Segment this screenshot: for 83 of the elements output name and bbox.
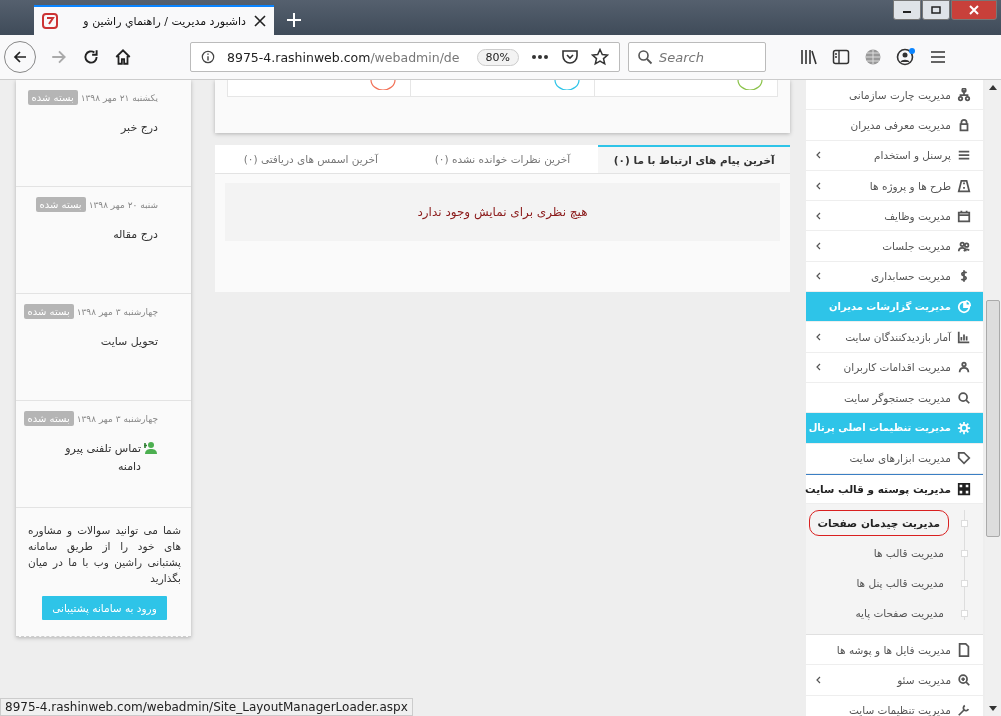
road-icon — [957, 178, 971, 193]
tree-node-icon — [961, 609, 968, 617]
account-icon[interactable] — [896, 47, 916, 67]
maximize-button[interactable] — [922, 0, 950, 20]
scroll-thumb[interactable] — [986, 300, 1000, 537]
task-title[interactable]: درج مقاله — [113, 226, 158, 244]
new-tab-icon[interactable] — [286, 12, 302, 28]
close-icon — [969, 5, 979, 15]
submenu-item[interactable]: مدیریت قالب پنل ها — [851, 574, 949, 593]
search-icon — [957, 390, 971, 405]
search-field[interactable]: Search — [628, 42, 766, 72]
grid-icon — [957, 482, 971, 496]
tree-node-icon — [961, 579, 968, 587]
zoom-badge[interactable]: 80% — [476, 48, 519, 66]
users-icon — [957, 239, 971, 254]
empty-message: هیچ نظری برای نمایش وجود ندارد — [417, 205, 588, 219]
menu-item[interactable]: طرح ها و پروژه ها — [806, 170, 983, 202]
user-icon — [957, 360, 971, 375]
pocket-icon[interactable] — [561, 49, 579, 65]
task-date: چهارشنبه ۳ مهر ۱۳۹۸ — [76, 306, 158, 317]
tab-title: داشبورد مدیریت / راهنماي راشين و — [81, 14, 246, 28]
menu-item[interactable]: مدیریت ابزارهای سایت — [806, 443, 983, 474]
calendar-icon — [957, 208, 971, 223]
reload-icon[interactable] — [82, 48, 100, 66]
sidebar-icon[interactable] — [832, 49, 850, 65]
globe-icon[interactable] — [864, 48, 882, 66]
submenu-item[interactable]: مدیریت چیدمان صفحات — [808, 510, 949, 537]
minimize-button[interactable] — [893, 0, 921, 20]
maximize-icon — [931, 6, 941, 14]
wrench-icon — [957, 703, 971, 716]
gear-icon — [957, 420, 971, 435]
scroll-down-icon[interactable] — [989, 706, 997, 712]
library-icon[interactable] — [800, 49, 818, 65]
search-icon — [637, 49, 653, 65]
task-title[interactable]: درج خبر — [121, 119, 158, 137]
tree-node-icon — [961, 519, 968, 527]
menu-item[interactable]: آمار بازدیدکنندگان سایت — [806, 322, 983, 353]
logo-icon — [42, 13, 58, 29]
task-title[interactable]: تحویل سایت — [100, 333, 158, 351]
task-date: چهارشنبه ۳ مهر ۱۳۹۸ — [76, 413, 158, 424]
close-button[interactable] — [951, 0, 997, 20]
pie-chart-icon — [957, 299, 971, 314]
task-title[interactable]: تماس تلفنی پیرو دامنه — [58, 440, 141, 476]
menu-item[interactable]: مدیریت سئو — [806, 665, 983, 696]
tree-node-icon — [961, 549, 968, 557]
menu-item[interactable]: مدیریت چارت سازمانی — [806, 80, 983, 111]
task-date: یکشنبه ۲۱ مهر ۱۳۹۸ — [80, 92, 158, 103]
menu-item[interactable]: مدیریت اقدامات کاربران — [806, 352, 983, 383]
menu-item[interactable]: پرسنل و استخدام — [806, 140, 983, 171]
panel-tab[interactable]: آخرین اسمس های دریافتی (۰) — [215, 145, 407, 173]
tag-icon — [957, 451, 971, 466]
star-icon[interactable] — [591, 48, 609, 66]
menu-item[interactable]: مدیریت معرفی مدیران — [806, 110, 983, 141]
menu-icon[interactable] — [930, 50, 946, 64]
status-badge: بسته شده — [35, 197, 86, 212]
status-badge: بسته شده — [27, 90, 78, 105]
status-badge: بسته شده — [23, 411, 74, 426]
zoom-in-icon — [957, 673, 971, 688]
url-text: 8975-4.rashinweb.com/webadmin/de — [227, 49, 461, 65]
bar-chart-icon — [957, 330, 971, 344]
home-icon[interactable] — [114, 48, 132, 66]
more-icon[interactable] — [531, 54, 549, 60]
menu-item[interactable]: مدیریت فایل ها و پوشه ها — [806, 635, 983, 666]
panel-tab[interactable]: آخرین نظرات خوانده نشده (۰) — [406, 145, 599, 173]
submenu-item[interactable]: مدیریت قالب ها — [868, 544, 949, 563]
close-icon[interactable] — [254, 15, 266, 27]
info-icon — [201, 50, 215, 64]
menu-item[interactable]: مدیریت وظایف — [806, 201, 983, 232]
browser-tab[interactable]: داشبورد مدیریت / راهنماي راشين و — [34, 5, 274, 35]
task-date: شنبه ۲۰ مهر ۱۳۹۸ — [88, 199, 158, 210]
scroll-up-icon[interactable] — [989, 84, 997, 90]
menu-item[interactable]: مدیریت جلسات — [806, 231, 983, 262]
support-text: شما می توانید سوالات و مشاوره های خود را از طریق سامانه پشتبانی راشین وب با ما در میان بگذارید — [28, 523, 181, 586]
file-icon — [957, 642, 971, 657]
panel-tab[interactable]: آخرین پیام های ارتباط با ما (۰) — [598, 145, 790, 173]
back-arrow-icon — [12, 49, 28, 65]
org-chart-icon — [957, 87, 971, 102]
submenu-item[interactable]: مدیریت صفحات پایه — [850, 604, 949, 623]
status-badge: بسته شده — [23, 304, 74, 319]
status-bar: 8975-4.rashinweb.com/webadmin/Site_LayoutManagerLoader.aspx — [0, 698, 413, 716]
add-user-icon — [144, 441, 158, 454]
lock-icon — [957, 117, 971, 132]
address-bar[interactable]: 8975-4.rashinweb.com/webadmin/de 80% — [190, 42, 620, 72]
